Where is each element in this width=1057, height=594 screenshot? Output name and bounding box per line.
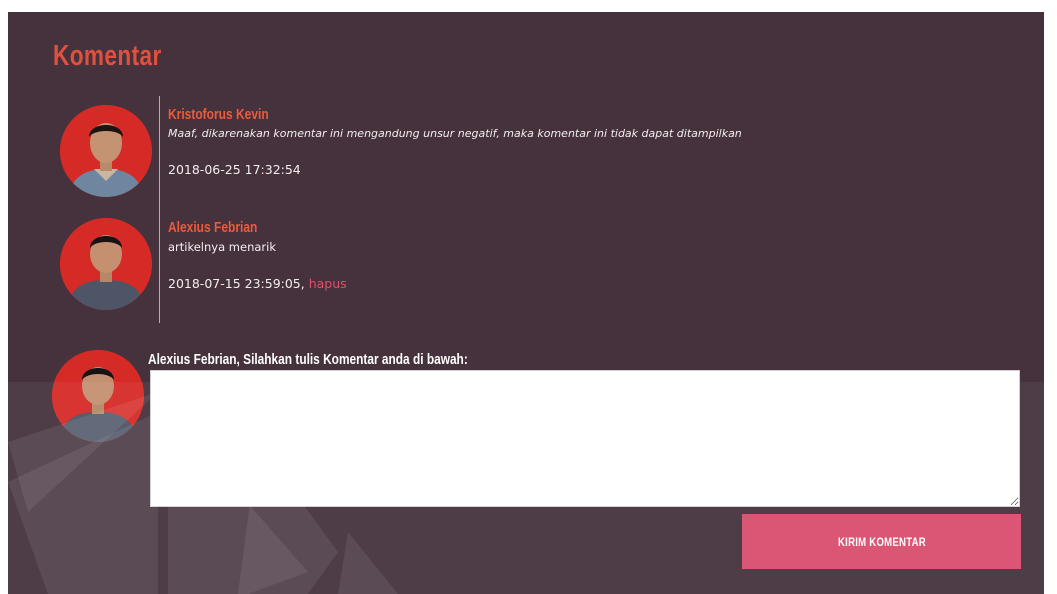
avatar [60,105,152,197]
comment-item: Alexius Febrian artikelnya menarik 2018-… [168,219,347,291]
submit-comment-button[interactable]: KIRIM KOMENTAR [742,514,1021,569]
delete-comment-link[interactable]: hapus [309,276,347,291]
avatar [52,350,144,442]
comment-form-label: Alexius Febrian, Silahkan tulis Komentar… [148,352,468,368]
comment-author: Kristoforus Kevin [168,106,269,123]
comment-textarea[interactable] [150,370,1020,507]
thread-divider [159,96,160,323]
comment-timestamp: 2018-06-25 17:32:54 [168,162,301,177]
comment-item: Kristoforus Kevin Maaf, dikarenakan kome… [168,106,742,177]
comment-timestamp-row: 2018-07-15 23:59:05, hapus [168,276,347,291]
comment-author: Alexius Febrian [168,219,258,236]
avatar [60,218,152,310]
comment-text: artikelnya menarik [168,240,276,254]
comment-text: Maaf, dikarenakan komentar ini mengandun… [168,127,742,140]
comments-section: Komentar Kristoforus Kevin Maaf, dikaren… [8,12,1044,594]
comment-timestamp: 2018-07-15 23:59:05, [168,276,305,291]
submit-comment-label: KIRIM KOMENTAR [837,535,926,549]
section-title: Komentar [53,40,162,72]
